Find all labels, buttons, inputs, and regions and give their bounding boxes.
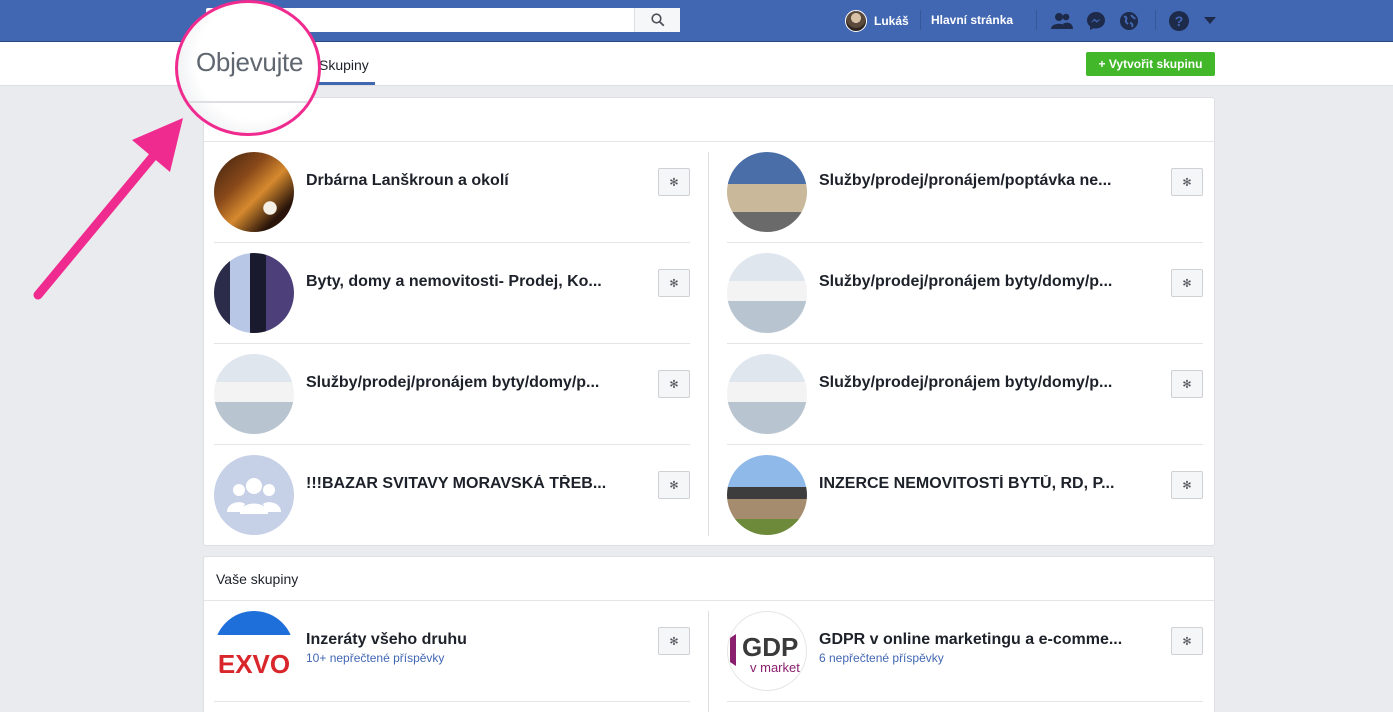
column-divider (708, 611, 709, 712)
group-title[interactable]: GDPR v online marketingu a e-comme... (819, 631, 1139, 649)
group-thumbnail (214, 253, 294, 333)
group-thumbnail (214, 455, 294, 535)
list-item[interactable]: Služby/prodej/pronájem byty/domy/p... ✻ (727, 344, 1203, 445)
list-item[interactable]: !!!BAZAR SVITAVY MORAVSKÁ TŘEB... ✻ (214, 445, 690, 546)
gear-icon: ✻ (669, 635, 679, 648)
group-title[interactable]: Služby/prodej/pronájem byty/domy/p... (819, 273, 1139, 291)
group-thumbnail (727, 354, 807, 434)
group-title[interactable]: Služby/prodej/pronájem/poptávka ne... (819, 172, 1139, 190)
group-title[interactable]: INZERCE NEMOVITOSTÍ BYTŮ, RD, P... (819, 475, 1139, 493)
group-title[interactable]: Byty, domy a nemovitosti- Prodej, Ko... (306, 273, 626, 291)
svg-text:v market: v market (750, 660, 800, 675)
svg-text:EXVO: EXVO (218, 651, 290, 677)
gear-button[interactable]: ✻ (1171, 168, 1203, 196)
zoomed-divider (178, 101, 318, 103)
group-thumbnail (727, 152, 807, 232)
search-icon (650, 13, 664, 27)
discover-groups-card: Drbárna Lanškroun a okolí ✻ Služby/prode… (203, 97, 1215, 546)
group-thumbnail (727, 455, 807, 535)
group-title[interactable]: Služby/prodej/pronájem byty/domy/p... (306, 374, 626, 392)
avatar (845, 10, 867, 32)
nav-divider (1155, 10, 1156, 30)
list-item[interactable]: GDP v market GDPR v online marketingu a e… (727, 601, 1203, 702)
list-item[interactable]: Služby/prodej/pronájem byty/domy/p... ✻ (727, 243, 1203, 344)
account-menu-chevron-down-icon[interactable] (1198, 9, 1222, 33)
svg-text:GDP: GDP (742, 632, 798, 662)
gear-button[interactable]: ✻ (1171, 269, 1203, 297)
gear-icon: ✻ (669, 176, 679, 189)
friend-requests-icon[interactable] (1050, 9, 1074, 33)
list-item[interactable]: Byty, domy a nemovitosti- Prodej, Ko... … (214, 243, 690, 344)
group-thumbnail: GDP v market (727, 611, 807, 691)
gear-button[interactable]: ✻ (658, 370, 690, 398)
zoomed-discover-tab-label: Objevujte (196, 47, 304, 77)
gear-icon: ✻ (669, 479, 679, 492)
section-header: Vaše skupiny (204, 557, 1214, 601)
messenger-icon[interactable] (1084, 9, 1108, 33)
nav-divider (1036, 10, 1037, 30)
group-thumbnail (727, 253, 807, 333)
list-item[interactable]: INZERCE NEMOVITOSTÍ BYTŮ, RD, P... ✻ (727, 445, 1203, 546)
unread-posts-count[interactable]: 6 nepřečtené příspěvky (819, 651, 944, 665)
gear-icon: ✻ (1182, 378, 1192, 391)
notifications-globe-icon[interactable] (1117, 9, 1141, 33)
column-divider (708, 152, 709, 536)
group-title[interactable]: Inzeráty všeho druhu (306, 631, 626, 649)
gear-icon: ✻ (1182, 277, 1192, 290)
gear-icon: ✻ (1182, 479, 1192, 492)
create-group-button[interactable]: + Vytvořit skupinu (1086, 52, 1215, 76)
home-link[interactable]: Hlavní stránka (931, 13, 1013, 27)
group-title[interactable]: Služby/prodej/pronájem byty/domy/p... (819, 374, 1139, 392)
your-groups-card: Vaše skupiny EXVO Inzeráty všeho druhu 1… (203, 556, 1215, 712)
list-item[interactable]: EXVO Inzeráty všeho druhu 10+ nepřečtené… (214, 601, 690, 702)
gear-button[interactable]: ✻ (658, 627, 690, 655)
gear-button[interactable]: ✻ (1171, 471, 1203, 499)
profile-link[interactable]: Lukáš (845, 9, 909, 33)
exvo-logo-icon: EXVO (218, 651, 290, 677)
zoom-magnifier-annotation: Objevujte (175, 0, 321, 136)
unread-posts-count[interactable]: 10+ nepřečtené příspěvky (306, 651, 444, 665)
list-item[interactable]: Služby/prodej/pronájem byty/domy/p... ✻ (214, 344, 690, 445)
section-header (204, 98, 1214, 142)
group-thumbnail: EXVO (214, 611, 294, 691)
svg-text:?: ? (1175, 13, 1184, 29)
gear-button[interactable]: ✻ (658, 168, 690, 196)
list-item[interactable]: Drbárna Lanškroun a okolí ✻ (214, 142, 690, 243)
user-name: Lukáš (874, 14, 909, 28)
gear-button[interactable]: ✻ (1171, 627, 1203, 655)
gear-button[interactable]: ✻ (658, 269, 690, 297)
search-button[interactable] (634, 8, 680, 32)
help-icon[interactable]: ? (1167, 9, 1191, 33)
gear-icon: ✻ (669, 277, 679, 290)
group-thumbnail (214, 354, 294, 434)
gear-icon: ✻ (1182, 635, 1192, 648)
gear-icon: ✻ (669, 378, 679, 391)
tab-groups[interactable]: Skupiny (319, 57, 369, 73)
group-title[interactable]: Drbárna Lanškroun a okolí (306, 172, 626, 190)
nav-divider (920, 10, 921, 30)
group-thumbnail (214, 152, 294, 232)
list-item[interactable]: Služby/prodej/pronájem/poptávka ne... ✻ (727, 142, 1203, 243)
gear-button[interactable]: ✻ (658, 471, 690, 499)
group-placeholder-icon (227, 478, 281, 514)
gdpr-logo-icon: GDPv market (730, 632, 800, 675)
gear-icon: ✻ (1182, 176, 1192, 189)
gear-button[interactable]: ✻ (1171, 370, 1203, 398)
group-title[interactable]: !!!BAZAR SVITAVY MORAVSKÁ TŘEB... (306, 475, 626, 493)
